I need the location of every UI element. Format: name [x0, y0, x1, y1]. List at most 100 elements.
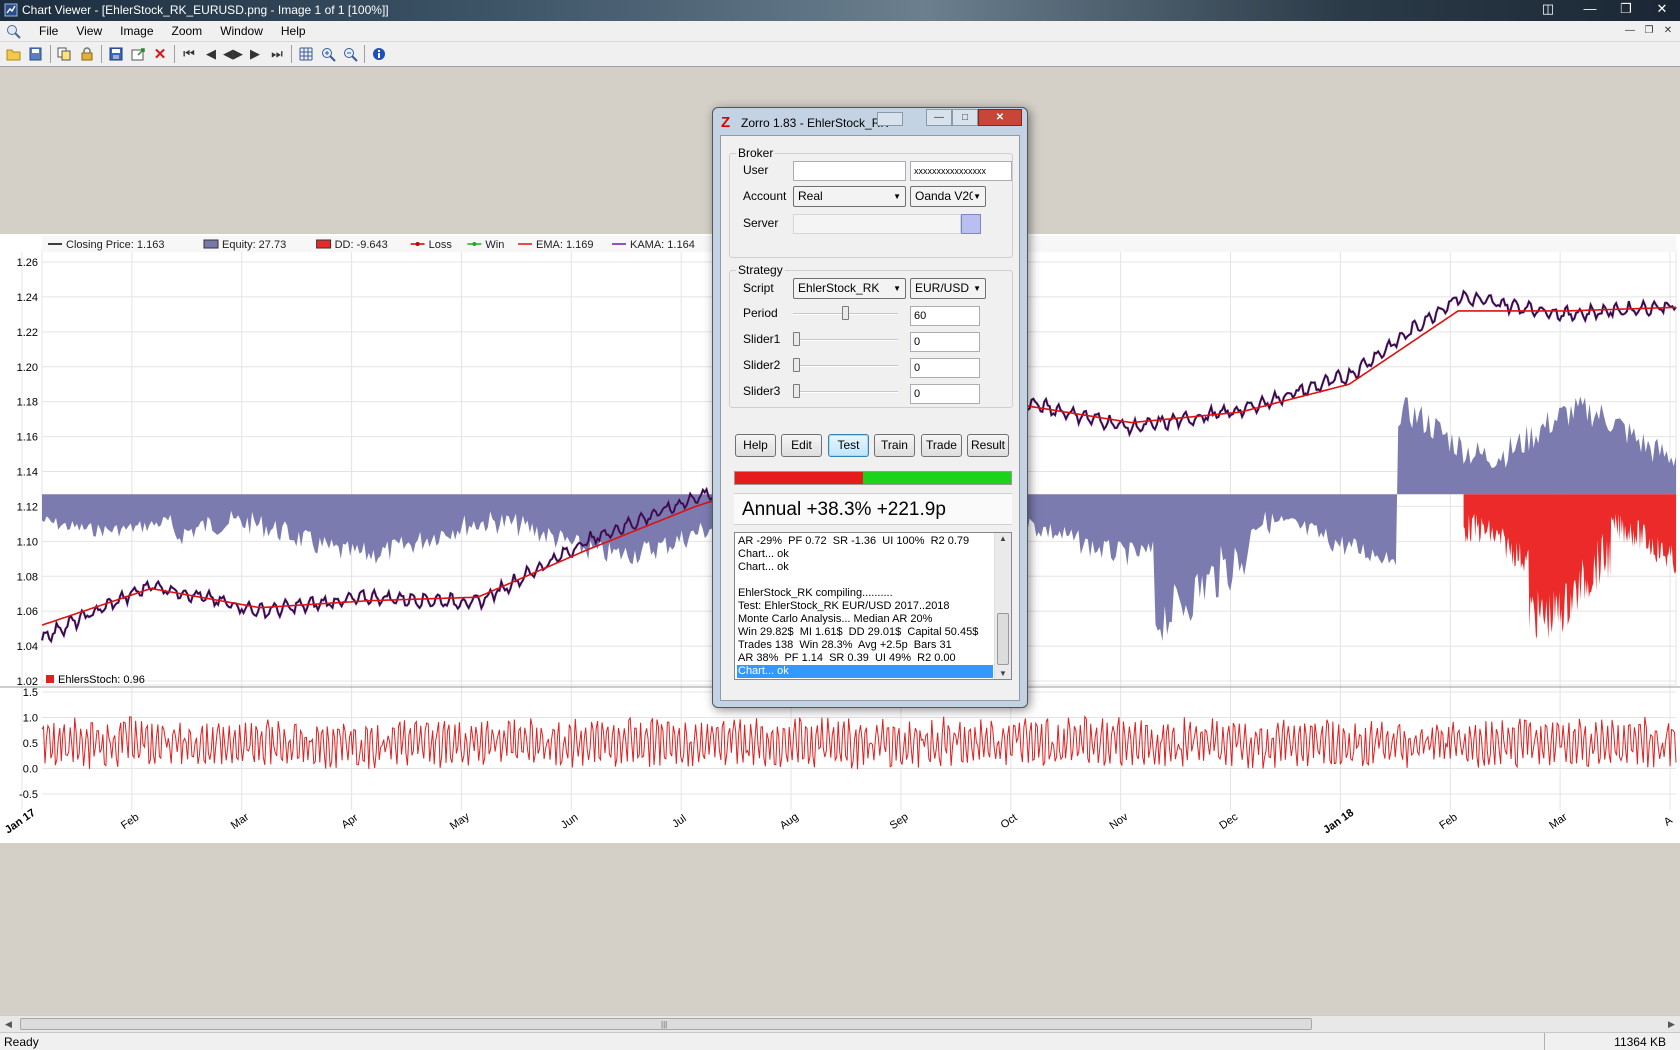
- zorro-snap-icon[interactable]: [877, 112, 903, 126]
- price-tick-label: 1.24: [17, 292, 38, 304]
- message-log[interactable]: AR -29% PF 0.72 SR -1.36 UI 100% R2 0.79…: [734, 532, 1012, 680]
- log-scrollbar[interactable]: ▲ ▼: [994, 533, 1011, 679]
- server-field: [793, 214, 961, 234]
- period-slider[interactable]: [793, 306, 898, 322]
- minimize-button[interactable]: —: [1572, 0, 1608, 18]
- scroll-right-icon[interactable]: ▶: [1663, 1016, 1680, 1032]
- osc-tick-label: 0.5: [23, 738, 38, 750]
- memory-usage: 11364 KB: [1544, 1033, 1674, 1050]
- prevnext-icon[interactable]: ◀▶: [222, 44, 244, 64]
- user-field[interactable]: [793, 161, 906, 181]
- slider-thumb[interactable]: [793, 358, 800, 372]
- log-line[interactable]: AR -29% PF 0.72 SR -1.36 UI 100% R2 0.79: [737, 535, 993, 548]
- slider2-value-field[interactable]: 0: [910, 358, 980, 378]
- lock-icon[interactable]: [76, 44, 98, 64]
- price-tick-label: 1.18: [17, 397, 38, 409]
- zorro-close-button[interactable]: ✕: [978, 109, 1022, 126]
- slider3-value-field[interactable]: 0: [910, 384, 980, 404]
- log-line[interactable]: Win 29.82$ MI 1.61$ DD 29.01$ Capital 50…: [737, 626, 993, 639]
- horizontal-scroll-thumb[interactable]: |||: [20, 1018, 1312, 1030]
- prev-icon[interactable]: ◀: [200, 44, 222, 64]
- log-line[interactable]: EhlerStock_RK compiling..........: [737, 587, 993, 600]
- zorro-maximize-button[interactable]: □: [952, 109, 978, 126]
- info-icon[interactable]: [368, 44, 390, 64]
- last-icon[interactable]: ⏭: [266, 44, 288, 64]
- month-label: Apr: [339, 812, 360, 832]
- slider2[interactable]: [793, 358, 898, 374]
- mdi-close-button[interactable]: ✕: [1660, 24, 1676, 39]
- price-tick-label: 1.04: [17, 641, 38, 653]
- color-swatch[interactable]: [961, 214, 981, 234]
- log-line[interactable]: Chart... ok: [737, 665, 993, 678]
- result-button[interactable]: Result: [967, 434, 1009, 457]
- save-all-icon[interactable]: [25, 44, 47, 64]
- window-title: Chart Viewer - [EhlerStock_RK_EURUSD.png…: [22, 3, 389, 17]
- close-icon[interactable]: ✕: [149, 44, 171, 64]
- log-line[interactable]: Trades 138 Win 28.3% Avg +2.5p Bars 31: [737, 639, 993, 652]
- mdi-restore-button[interactable]: ❐: [1641, 24, 1657, 39]
- month-label: Jan 17: [3, 807, 38, 836]
- menu-file[interactable]: File: [30, 21, 67, 42]
- osc-legend-label: EhlersStoch: 0.96: [58, 674, 145, 686]
- log-scroll-thumb[interactable]: [997, 613, 1009, 665]
- slider-thumb[interactable]: [793, 332, 800, 346]
- trade-button[interactable]: Trade: [921, 434, 962, 457]
- grid-icon[interactable]: [295, 44, 317, 64]
- script-value: EhlerStock_RK: [798, 281, 880, 295]
- horizontal-scrollbar[interactable]: ◀ ||| ▶: [0, 1015, 1680, 1032]
- export-icon[interactable]: [127, 44, 149, 64]
- password-field[interactable]: xxxxxxxxxxxxxxxx: [910, 161, 1012, 181]
- edit-button[interactable]: Edit: [781, 434, 822, 457]
- scroll-up-icon[interactable]: ▲: [995, 534, 1011, 543]
- slider1[interactable]: [793, 332, 898, 348]
- menu-image[interactable]: Image: [111, 21, 162, 42]
- menu-view[interactable]: View: [67, 21, 111, 42]
- period-value-field[interactable]: 60: [910, 306, 980, 326]
- script-select[interactable]: EhlerStock_RK ▼: [793, 278, 906, 299]
- menu-help[interactable]: Help: [272, 21, 315, 42]
- broker-select[interactable]: Oanda V20 ▼: [910, 186, 986, 207]
- zorro-minimize-button[interactable]: —: [926, 109, 952, 126]
- log-line[interactable]: Monte Carlo Analysis... Median AR 20%: [737, 613, 993, 626]
- train-button[interactable]: Train: [874, 434, 915, 457]
- account-select[interactable]: Real ▼: [793, 186, 906, 207]
- account-value: Real: [798, 189, 823, 203]
- osc-tick-label: 0.0: [23, 764, 38, 776]
- zoom-doc-icon[interactable]: [6, 24, 22, 39]
- help-button[interactable]: Help: [735, 434, 776, 457]
- log-line[interactable]: Chart... ok: [737, 561, 993, 574]
- legend-label: Win: [485, 239, 504, 251]
- log-line[interactable]: [737, 574, 993, 587]
- open-icon[interactable]: [3, 44, 25, 64]
- menu-window[interactable]: Window: [211, 21, 272, 42]
- month-label: Jan 18: [1321, 807, 1356, 836]
- test-button[interactable]: Test: [828, 434, 869, 457]
- slider1-value-field[interactable]: 0: [910, 332, 980, 352]
- slider3[interactable]: [793, 384, 898, 400]
- log-line[interactable]: Chart... ok: [737, 548, 993, 561]
- toolbar-separator: [291, 45, 292, 63]
- scroll-down-icon[interactable]: ▼: [995, 669, 1011, 678]
- zoom-in-icon[interactable]: [317, 44, 339, 64]
- first-icon[interactable]: ⏮: [178, 44, 200, 64]
- log-line[interactable]: Test: EhlerStock_RK EUR/USD 2017..2018: [737, 600, 993, 613]
- slider1-label: Slider1: [743, 332, 781, 346]
- toolbar-separator: [50, 45, 51, 63]
- menu-zoom[interactable]: Zoom: [163, 21, 212, 42]
- maximize-button[interactable]: ❐: [1608, 0, 1644, 18]
- log-line[interactable]: AR 38% PF 1.14 SR 0.39 UI 49% R2 0.00: [737, 652, 993, 665]
- slider-thumb[interactable]: [842, 306, 849, 320]
- copy-icon[interactable]: [54, 44, 76, 64]
- next-icon[interactable]: ▶: [244, 44, 266, 64]
- month-label: Nov: [1107, 811, 1130, 832]
- slider-thumb[interactable]: [793, 384, 800, 398]
- asset-select[interactable]: EUR/USD ▼: [910, 278, 986, 299]
- scroll-left-icon[interactable]: ◀: [0, 1016, 17, 1032]
- broker-group-label: Broker: [736, 146, 776, 160]
- snap-icon[interactable]: ◫: [1534, 0, 1562, 18]
- zoom-out-icon[interactable]: [339, 44, 361, 64]
- mdi-minimize-button[interactable]: —: [1622, 24, 1638, 39]
- save-icon[interactable]: [105, 44, 127, 64]
- close-button[interactable]: ✕: [1644, 0, 1680, 18]
- zorro-title-bar[interactable]: Z Zorro 1.83 - EhlerStock_RK — □ ✕: [713, 108, 1027, 135]
